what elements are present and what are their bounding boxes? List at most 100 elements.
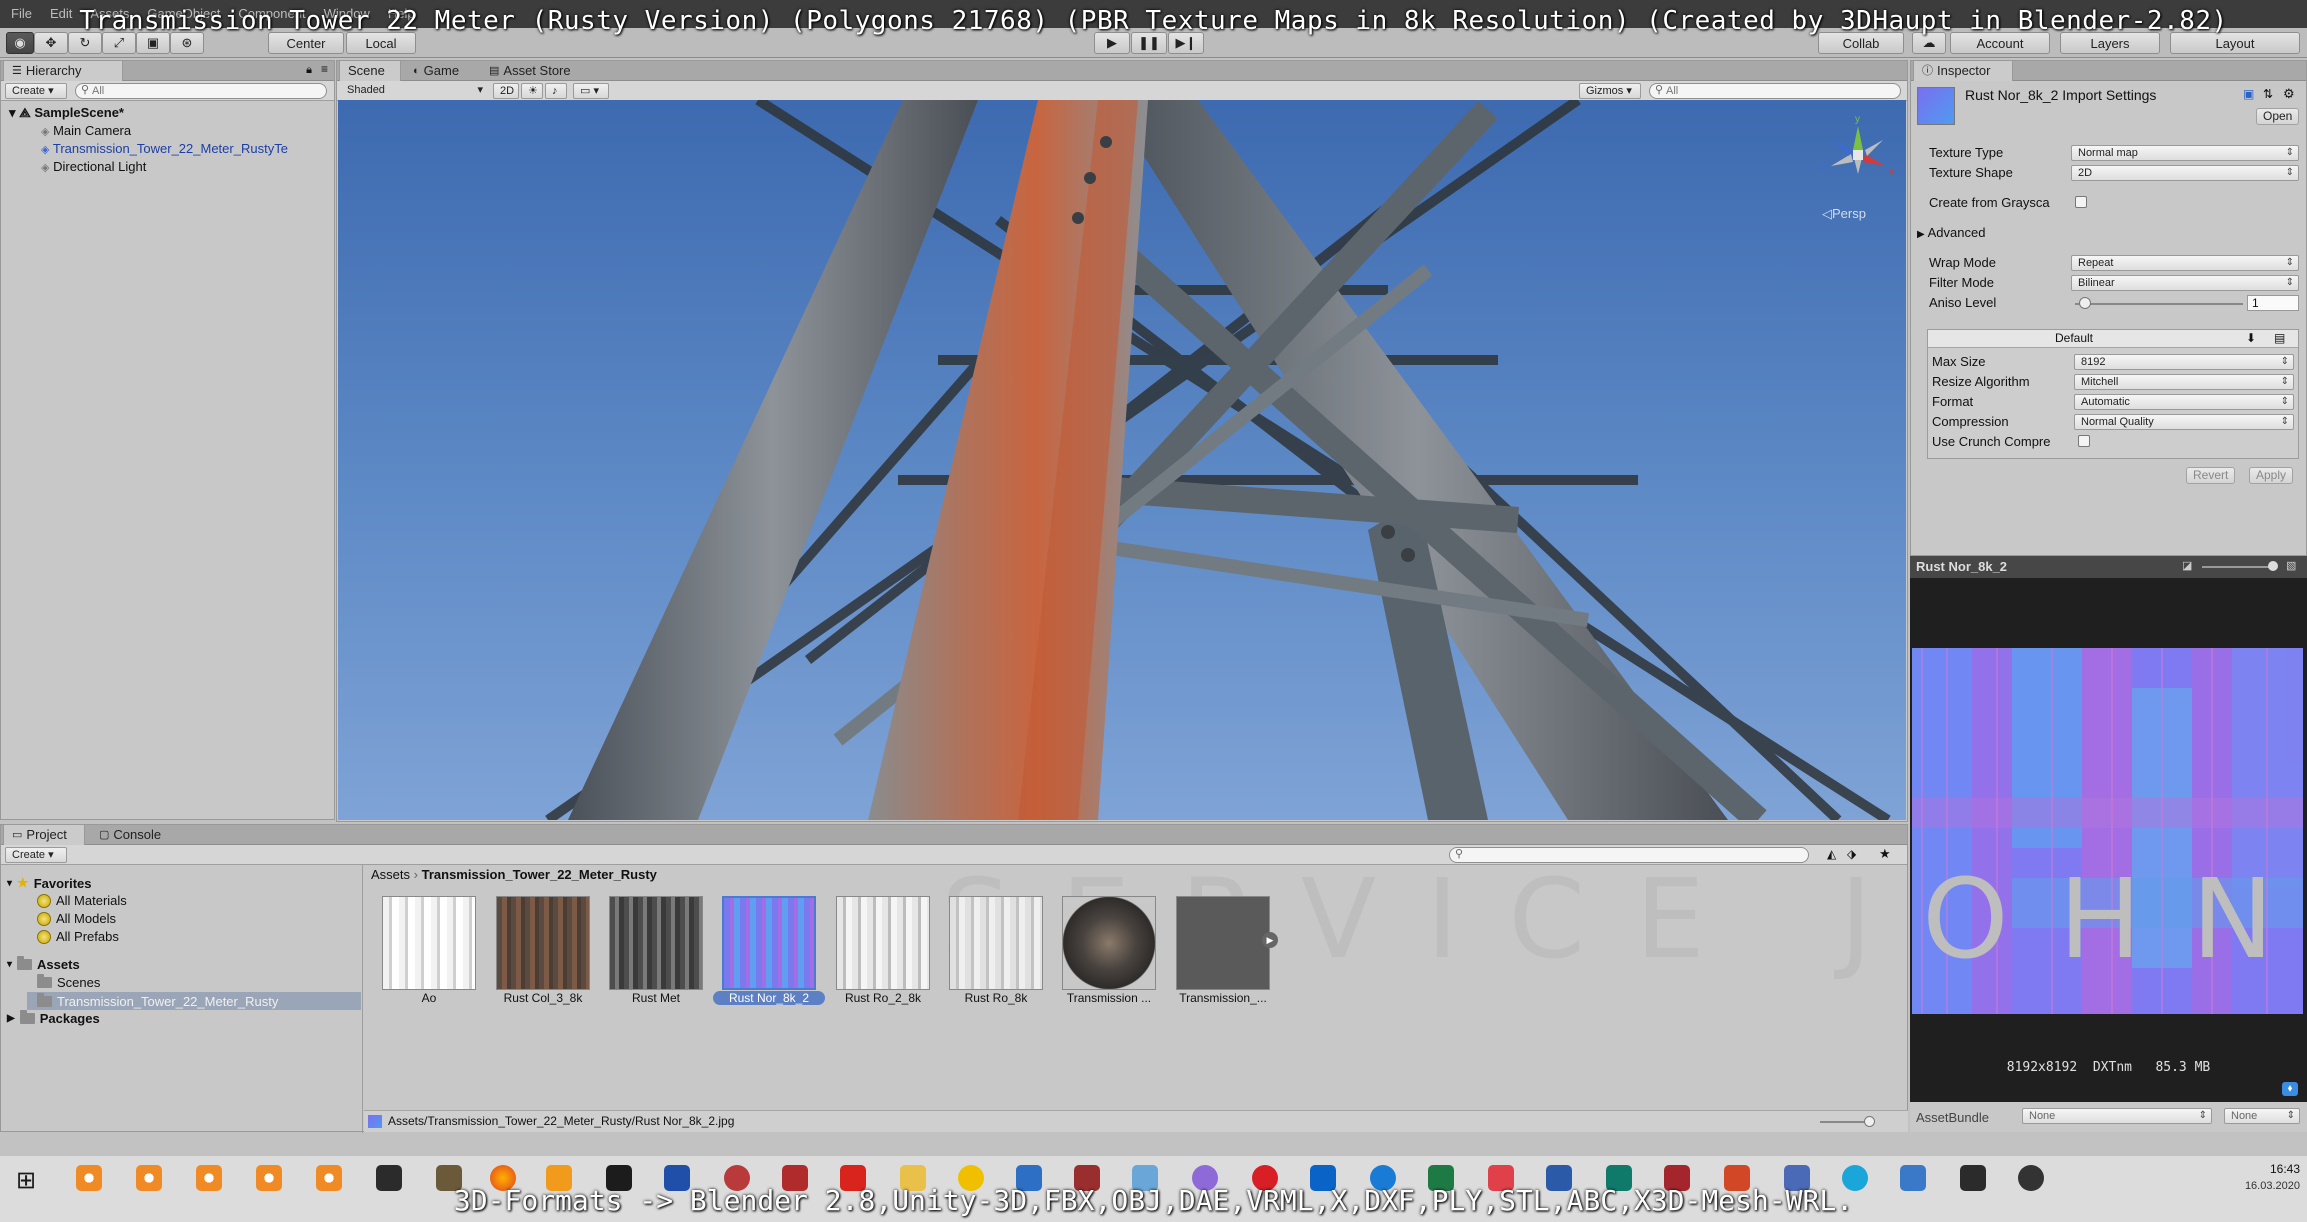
scene-tabbar: Scene ◐ Game ▤ Asset Store [337,61,1907,81]
scene-search-input[interactable]: All [1649,83,1901,99]
texture-shape-value: 2D [2078,167,2093,179]
platform-tab-label: Default [2054,331,2094,345]
apply-button[interactable]: Apply [2249,467,2294,484]
hierarchy-search-input[interactable]: All [75,83,327,99]
asset-thumbnail-material[interactable] [1062,896,1156,990]
panel-menu-icon[interactable]: ≡ [321,62,328,76]
packages-label: Packages [39,1011,100,1026]
compression-dropdown[interactable]: Normal Quality [2074,414,2294,430]
asset-folder-selected[interactable]: Transmission_Tower_22_Meter_Rusty [27,992,361,1010]
texture-type-dropdown[interactable]: Normal map [2071,145,2299,161]
gizmos-label: Gizmos [1586,85,1624,97]
use-crunch-checkbox[interactable] [2078,435,2090,447]
clock-time[interactable]: 16:43 [2230,1162,2300,1176]
revert-button[interactable]: Revert [2186,467,2236,484]
tab-game[interactable]: ◐ Game [405,61,477,81]
download-icon[interactable]: ⬇ [2246,331,2256,345]
open-button[interactable]: Open [2256,108,2300,125]
scene-viewport[interactable]: y x z ◁Persp [338,100,1906,820]
asset-thumbnail-met[interactable] [609,896,703,990]
html-icon[interactable]: ▤ [2274,331,2285,345]
favorites-foldout[interactable]: ▾ ★ Favorites [7,875,92,891]
asset-folder[interactable]: Scenes [37,974,100,990]
tab-scene[interactable]: Scene [339,61,401,81]
selected-asset-path: Assets/Transmission_Tower_22_Meter_Rusty… [388,1114,735,1128]
aniso-level-field[interactable]: 1 [2247,295,2299,311]
lighting-toggle[interactable]: ☀ [521,83,543,99]
project-tree: ▾ ★ Favorites All Materials All Models All… [1,865,363,1133]
breadcrumb-current[interactable]: Transmission_Tower_22_Meter_Rusty [422,867,657,882]
favorite-item[interactable]: All Prefabs [37,929,119,944]
search-filter-icon [37,893,51,908]
tab-project-label: Project [26,827,67,842]
create-from-grayscale-checkbox[interactable] [2075,196,2087,208]
mip-slider-handle[interactable] [2268,561,2278,571]
platform-tab-default[interactable]: Default ⬇ ▤ [1928,330,2298,348]
assetbundle-dropdown[interactable]: None [2022,1108,2212,1124]
asset-thumbnail-col[interactable] [496,896,590,990]
scene-root[interactable]: ▾ ⟁ SampleScene* [9,105,124,121]
tag-icon[interactable]: ⬧ [2282,1082,2298,1096]
gizmos-dropdown[interactable]: Gizmos ▾ [1579,83,1641,99]
favorite-item[interactable]: All Models [37,911,116,926]
expand-prefab-icon[interactable]: ▶ [1262,932,1278,948]
filter-mode-dropdown[interactable]: Bilinear [2071,275,2299,291]
asset-thumbnail-ro2[interactable] [836,896,930,990]
2d-toggle[interactable]: 2D [493,83,519,99]
gear-icon[interactable]: ⚙ [2283,86,2295,102]
assets-foldout[interactable]: ▾ Assets [7,956,80,972]
preset-icon[interactable]: ⇅ [2263,87,2273,101]
texture-shape-dropdown[interactable]: 2D [2071,165,2299,181]
audio-toggle[interactable]: ♪ [545,83,567,99]
orientation-gizmo[interactable]: y x z [1813,114,1903,188]
assetbundle-variant-dropdown[interactable]: None [2224,1108,2300,1124]
format-dropdown[interactable]: Automatic [2074,394,2294,410]
folder-icon: ▭ [12,829,23,841]
breadcrumb-assets[interactable]: Assets [371,867,410,882]
aniso-slider-handle[interactable] [2079,297,2091,309]
revert-label: Revert [2193,468,2229,482]
rotate-icon: ↻ [79,35,91,50]
collab-label: Collab [1842,35,1880,51]
lock-icon[interactable]: 🔒︎ [306,64,312,77]
effects-dropdown[interactable]: ▭ ▾ [573,83,609,99]
hierarchy-create-dropdown[interactable]: Create ▾ [5,83,67,99]
asset-thumbnail-ao[interactable] [382,896,476,990]
tab-project[interactable]: ▭ Project [3,825,85,845]
game-icon: ◐ [413,65,420,77]
favorite-item[interactable]: All Materials [37,893,127,908]
folder-icon [37,992,52,1007]
perspective-label[interactable]: ◁Persp [1822,206,1866,222]
hierarchy-item[interactable]: ◈ Directional Light [41,159,146,174]
tab-hierarchy[interactable]: ☰ Hierarchy [3,61,123,81]
tab-asset-store[interactable]: ▤ Asset Store [481,61,591,81]
hierarchy-item-prefab[interactable]: ◈ Transmission_Tower_22_Meter_RustyTe [41,141,288,156]
thumbnail-size-handle[interactable] [1864,1116,1875,1127]
move-icon: ✥ [45,35,57,50]
mip-slider-track[interactable] [2202,566,2276,568]
wrap-mode-dropdown[interactable]: Repeat [2071,255,2299,271]
hierarchy-item[interactable]: ◈ Main Camera [41,123,131,138]
resize-algorithm-dropdown[interactable]: Mitchell [2074,374,2294,390]
search-filter-icon [37,929,51,944]
shading-mode-dropdown[interactable]: Shaded ▾ [341,83,487,99]
favorite-item-label: All Models [56,911,116,926]
search-placeholder: All [1666,85,1679,97]
tab-console[interactable]: ▢ Console [91,825,181,845]
max-size-dropdown[interactable]: 8192 [2074,354,2294,370]
color-channel-icon[interactable]: ◪ [2182,559,2192,572]
packages-foldout[interactable]: ▶ Packages [7,1010,100,1026]
advanced-foldout[interactable]: ▶ Advanced [1917,225,1985,240]
asset-thumbnail-ro[interactable] [949,896,1043,990]
tab-inspector[interactable]: ⓘ Inspector [1913,61,2013,81]
aniso-slider-track[interactable] [2075,303,2243,305]
asset-thumbnail-model[interactable] [1176,896,1270,990]
project-create-dropdown[interactable]: Create ▾ [5,847,67,863]
resize-algorithm-label: Resize Algorithm [1932,374,2030,389]
filter-mode-label: Filter Mode [1929,275,1995,290]
asset-thumbnail-nor-selected[interactable] [722,896,816,990]
book-icon[interactable]: ▣ [2243,87,2254,101]
alpha-toggle-icon[interactable]: ▧ [2286,559,2296,572]
asset-label: Rust Col_3_8k [503,991,583,1005]
create-from-grayscale-label: Create from Graysca [1929,195,2050,210]
